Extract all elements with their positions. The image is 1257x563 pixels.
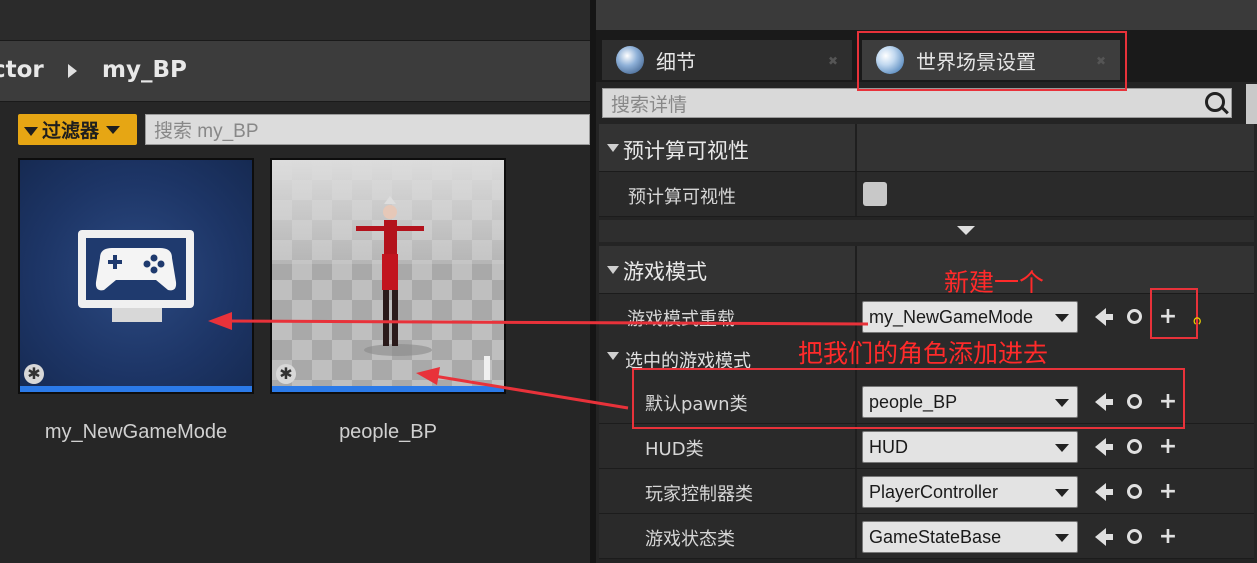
close-icon[interactable]: ✖ — [828, 54, 838, 68]
prop-label: 玩家控制器类 — [645, 484, 753, 505]
asset-type-bar — [272, 386, 504, 392]
annotation-add-character: 把我们的角色添加进去 — [798, 339, 1049, 368]
chevron-down-icon — [1055, 314, 1069, 322]
collapse-triangle-icon[interactable] — [607, 352, 619, 360]
funnel-icon — [24, 127, 38, 136]
chevron-down-icon — [106, 125, 121, 134]
highlight-world-settings-tab — [857, 31, 1127, 91]
pointer-mark-icon: ဂ — [1193, 312, 1201, 328]
browse-icon[interactable] — [1121, 434, 1147, 460]
character-thumbnail — [356, 196, 490, 380]
tab-details[interactable]: 细节 ✖ — [602, 40, 852, 80]
asset-badge-icon: ✱ — [24, 364, 44, 384]
asset-tile-gamemode[interactable]: ✱ — [18, 158, 254, 394]
content-browser-toolbar — [0, 0, 590, 40]
add-new-icon[interactable]: + — [1155, 479, 1181, 505]
prop-row-precomputed: 预计算可视性 — [599, 172, 1254, 217]
magnifier-info-icon — [616, 46, 644, 74]
browse-icon[interactable] — [1121, 479, 1147, 505]
add-new-icon[interactable]: + — [1155, 524, 1181, 550]
section-precomputed-visibility[interactable]: 预计算可视性 — [599, 124, 1254, 172]
use-selected-arrow-icon[interactable] — [1087, 524, 1113, 550]
use-selected-arrow-icon[interactable] — [1087, 434, 1113, 460]
prop-label: 游戏模式重载 — [627, 309, 735, 330]
browse-icon[interactable] — [1121, 524, 1147, 550]
prop-row-hud: HUD类 HUD + — [599, 424, 1254, 469]
collapse-triangle-icon[interactable] — [607, 266, 619, 274]
filter-label: 过滤器 — [42, 120, 100, 142]
chevron-down-icon — [1055, 534, 1069, 542]
search-icon[interactable] — [1205, 92, 1225, 112]
chevron-down-icon — [1055, 444, 1069, 452]
collapse-triangle-icon[interactable] — [607, 144, 619, 152]
game-state-select[interactable]: GameStateBase — [862, 521, 1078, 553]
breadcrumb: ctor my_BP — [0, 40, 590, 102]
prop-label: 游戏状态类 — [645, 529, 735, 550]
hud-class-select[interactable]: HUD — [862, 431, 1078, 463]
prop-row-player-controller: 玩家控制器类 PlayerController + — [599, 469, 1254, 514]
filter-button[interactable]: 过滤器 — [18, 114, 137, 145]
browse-icon[interactable] — [1121, 304, 1147, 330]
highlight-default-pawn-row — [632, 368, 1185, 429]
panel-titlebar — [596, 0, 1257, 30]
add-new-icon[interactable]: + — [1155, 434, 1181, 460]
gamepad-monitor-icon — [78, 230, 194, 322]
player-controller-select[interactable]: PlayerController — [862, 476, 1078, 508]
asset-type-bar — [20, 386, 252, 392]
breadcrumb-separator-icon[interactable] — [68, 64, 77, 78]
asset-badge-icon: ✱ — [276, 364, 296, 384]
advanced-expander[interactable] — [599, 220, 1254, 242]
asset-name-gamemode[interactable]: my_NewGameMode — [16, 421, 256, 444]
annotation-new-one: 新建一个 — [944, 268, 1045, 297]
content-browser: ctor my_BP 过滤器 搜索 my_BP ✱ — [0, 0, 590, 563]
breadcrumb-parent[interactable]: ctor — [0, 57, 44, 83]
game-mode-override-select[interactable]: my_NewGameMode — [862, 301, 1078, 333]
highlight-add-new-button — [1150, 288, 1198, 339]
details-search-input[interactable]: 搜索详情 — [602, 88, 1232, 118]
asset-search-input[interactable]: 搜索 my_BP — [145, 114, 590, 145]
precomputed-visibility-checkbox[interactable] — [863, 182, 887, 206]
prop-row-game-state: 游戏状态类 GameStateBase + — [599, 514, 1254, 559]
use-selected-arrow-icon[interactable] — [1087, 304, 1113, 330]
use-selected-arrow-icon[interactable] — [1087, 479, 1113, 505]
view-options-button[interactable] — [1246, 84, 1257, 124]
section-title: 预计算可视性 — [623, 139, 749, 163]
asset-name-people[interactable]: people_BP — [268, 421, 508, 444]
breadcrumb-current[interactable]: my_BP — [102, 57, 187, 83]
section-title: 游戏模式 — [623, 260, 707, 284]
section-game-mode[interactable]: 游戏模式 — [599, 246, 1254, 294]
prop-label: 预计算可视性 — [628, 187, 736, 208]
chevron-down-icon — [957, 226, 975, 235]
chevron-down-icon — [1055, 489, 1069, 497]
asset-tile-people[interactable]: ✱ — [270, 158, 506, 394]
tab-details-label: 细节 — [656, 49, 696, 74]
prop-label: HUD类 — [645, 439, 704, 460]
